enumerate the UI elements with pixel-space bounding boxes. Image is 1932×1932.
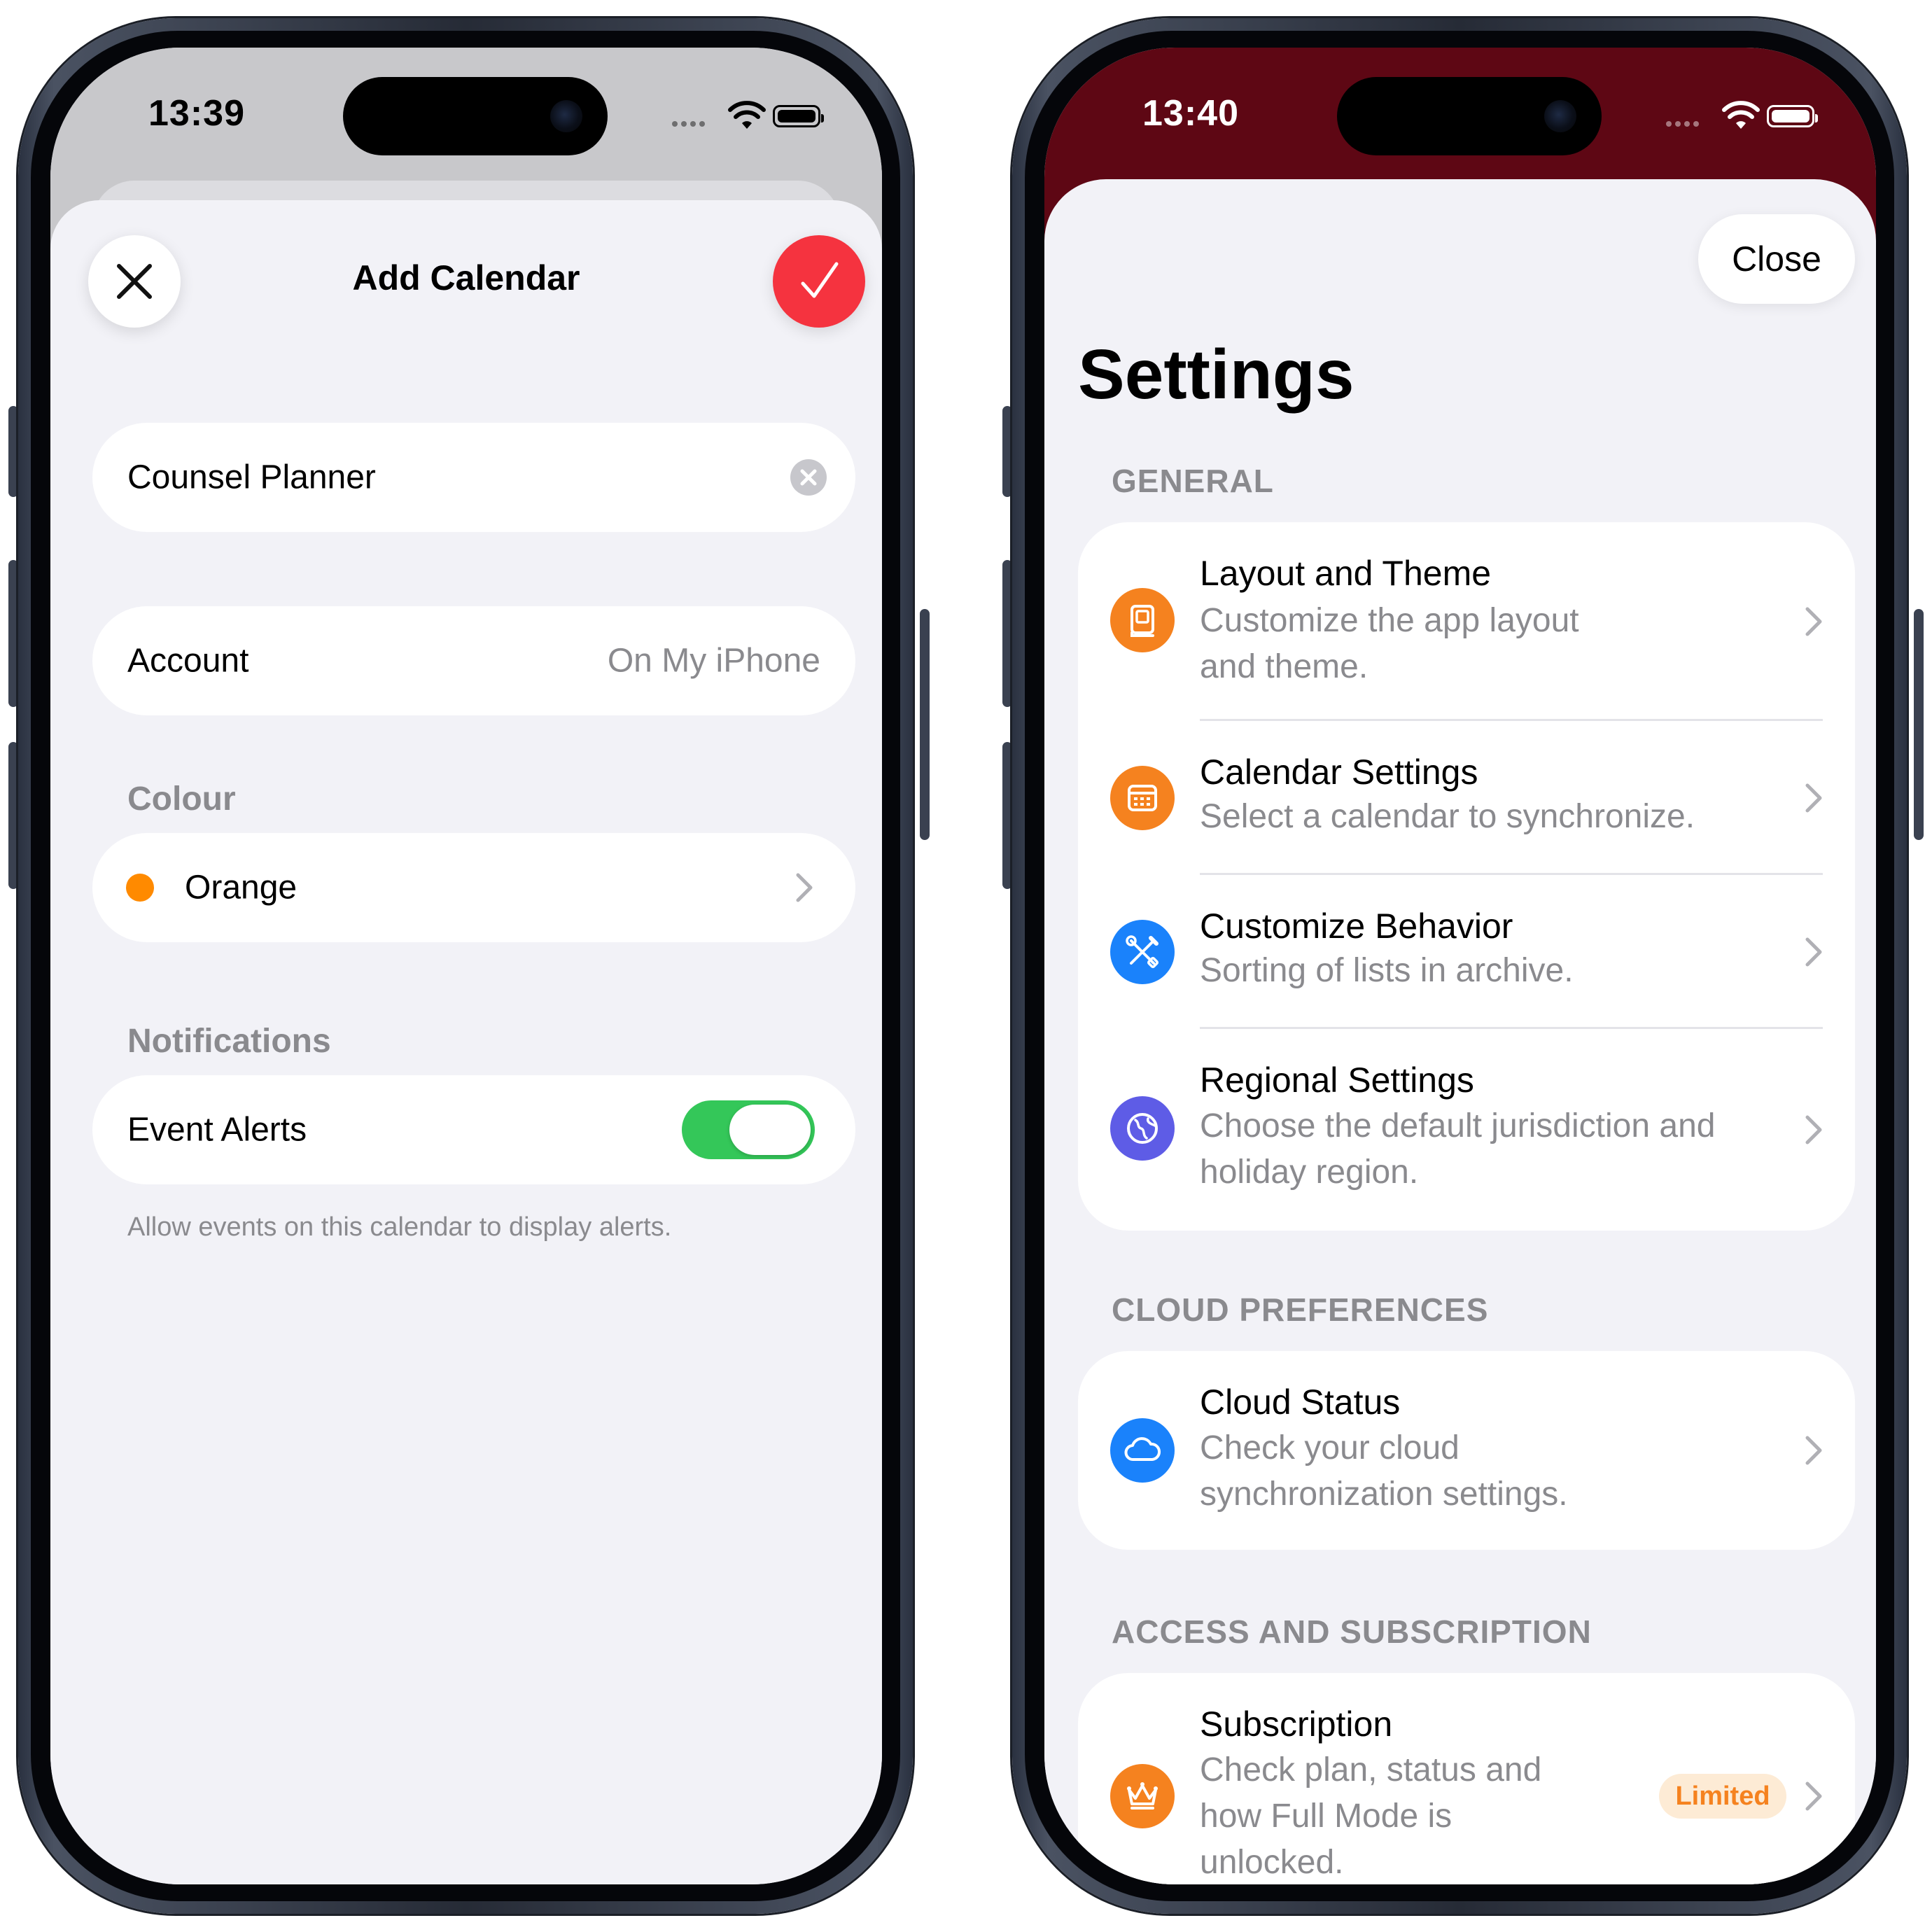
- sheet-title: Add Calendar: [352, 258, 580, 298]
- section-header-access: ACCESS AND SUBSCRIPTION: [1112, 1614, 1592, 1650]
- volume-down-button: [8, 742, 18, 889]
- right-screen: 13:40 Close Settings GENERAL Layout and …: [1044, 48, 1876, 1884]
- signal-icon: [672, 118, 708, 130]
- chevron-right-icon: [1805, 937, 1822, 967]
- dynamic-island: [1337, 77, 1602, 155]
- camera-icon: [550, 100, 582, 132]
- row-subtitle: Sorting of lists in archive.: [1200, 952, 1574, 989]
- event-alerts-row: Event Alerts: [92, 1075, 855, 1184]
- status-icons: [658, 99, 826, 134]
- settings-row-layout-theme[interactable]: Layout and Theme Customize the app layou…: [1078, 522, 1855, 721]
- row-subtitle: Check your cloud synchronization setting…: [1200, 1429, 1568, 1513]
- power-button: [1914, 609, 1924, 840]
- event-alerts-footnote: Allow events on this calendar to display…: [127, 1212, 672, 1242]
- row-subtitle: Choose the default jurisdiction and holi…: [1200, 1107, 1716, 1191]
- chevron-right-icon: [1805, 607, 1822, 636]
- colour-section-header: Colour: [127, 780, 236, 818]
- volume-up-button: [1002, 560, 1012, 707]
- clear-text-icon[interactable]: [790, 458, 827, 496]
- row-title: Calendar Settings: [1200, 752, 1478, 792]
- subscription-card: Subscription Check plan, status and how …: [1078, 1673, 1855, 1884]
- calendar-name-input[interactable]: Counsel Planner: [127, 458, 376, 497]
- dynamic-island: [343, 77, 608, 155]
- checkmark-icon: [801, 262, 839, 298]
- signal-icon: [1666, 118, 1702, 130]
- section-header-general: GENERAL: [1112, 463, 1274, 499]
- calendar-icon: [1110, 766, 1175, 830]
- toggle-knob: [729, 1105, 811, 1155]
- chevron-right-icon: [796, 873, 813, 902]
- action-button: [8, 406, 18, 497]
- volume-down-button: [1002, 742, 1012, 889]
- row-title: Customize Behavior: [1200, 906, 1513, 946]
- colour-row[interactable]: Orange: [92, 833, 855, 942]
- colour-value: Orange: [185, 869, 298, 906]
- confirm-button[interactable]: [773, 235, 865, 328]
- left-screen: 13:39 Add Calendar Counsel Planner Accou…: [50, 48, 882, 1884]
- settings-row-subscription[interactable]: Subscription Check plan, status and how …: [1078, 1673, 1855, 1884]
- action-button: [1002, 406, 1012, 497]
- settings-row-behavior[interactable]: Customize Behavior Sorting of lists in a…: [1078, 875, 1855, 1029]
- row-subtitle: Check plan, status and how Full Mode is …: [1200, 1751, 1542, 1881]
- general-card: Layout and Theme Customize the app layou…: [1078, 522, 1855, 1231]
- page-title: Settings: [1078, 335, 1354, 414]
- event-alerts-toggle[interactable]: [682, 1100, 815, 1159]
- notifications-section-header: Notifications: [127, 1023, 331, 1060]
- section-header-cloud: CLOUD PREFERENCES: [1112, 1292, 1489, 1328]
- chevron-right-icon: [1805, 1436, 1822, 1465]
- wifi-icon: [728, 101, 766, 129]
- close-button[interactable]: Close: [1698, 214, 1855, 304]
- row-subtitle: Customize the app layout and theme.: [1200, 602, 1579, 685]
- right-phone: 13:40 Close Settings GENERAL Layout and …: [994, 0, 1925, 1932]
- camera-icon: [1544, 100, 1576, 132]
- volume-up-button: [8, 560, 18, 707]
- left-phone: 13:39 Add Calendar Counsel Planner Accou…: [0, 0, 931, 1932]
- settings-row-cloud-status[interactable]: Cloud Status Check your cloud synchroniz…: [1078, 1351, 1855, 1550]
- cloud-card: Cloud Status Check your cloud synchroniz…: [1078, 1351, 1855, 1550]
- chevron-right-icon: [1805, 783, 1822, 813]
- row-title: Cloud Status: [1200, 1382, 1401, 1422]
- wifi-icon: [1722, 101, 1760, 129]
- row-title: Regional Settings: [1200, 1060, 1474, 1100]
- status-badge: Limited: [1659, 1774, 1786, 1819]
- row-title: Layout and Theme: [1200, 554, 1492, 593]
- status-icons: [1652, 99, 1820, 134]
- settings-row-calendar[interactable]: Calendar Settings Select a calendar to s…: [1078, 721, 1855, 875]
- chevron-right-icon: [1805, 1115, 1822, 1144]
- event-alerts-label: Event Alerts: [127, 1111, 307, 1149]
- battery-icon: [1767, 105, 1818, 127]
- account-label: Account: [127, 642, 249, 680]
- crown-icon: [1110, 1764, 1175, 1828]
- status-time: 13:39: [148, 93, 245, 134]
- row-title: Subscription: [1200, 1704, 1393, 1744]
- status-time: 13:40: [1142, 93, 1239, 134]
- row-subtitle: Select a calendar to synchronize.: [1200, 798, 1695, 835]
- account-row[interactable]: Account On My iPhone: [92, 606, 855, 715]
- cloud-icon: [1110, 1418, 1175, 1483]
- calendar-name-field[interactable]: Counsel Planner: [92, 423, 855, 532]
- power-button: [920, 609, 930, 840]
- settings-row-regional[interactable]: Regional Settings Choose the default jur…: [1078, 1029, 1855, 1231]
- book-icon: [1110, 588, 1175, 652]
- chevron-right-icon: [1805, 1782, 1822, 1811]
- globe-icon: [1110, 1096, 1175, 1161]
- colour-dot: [126, 874, 154, 902]
- account-value: On My iPhone: [607, 642, 820, 680]
- tools-icon: [1110, 920, 1175, 984]
- battery-icon: [773, 105, 824, 127]
